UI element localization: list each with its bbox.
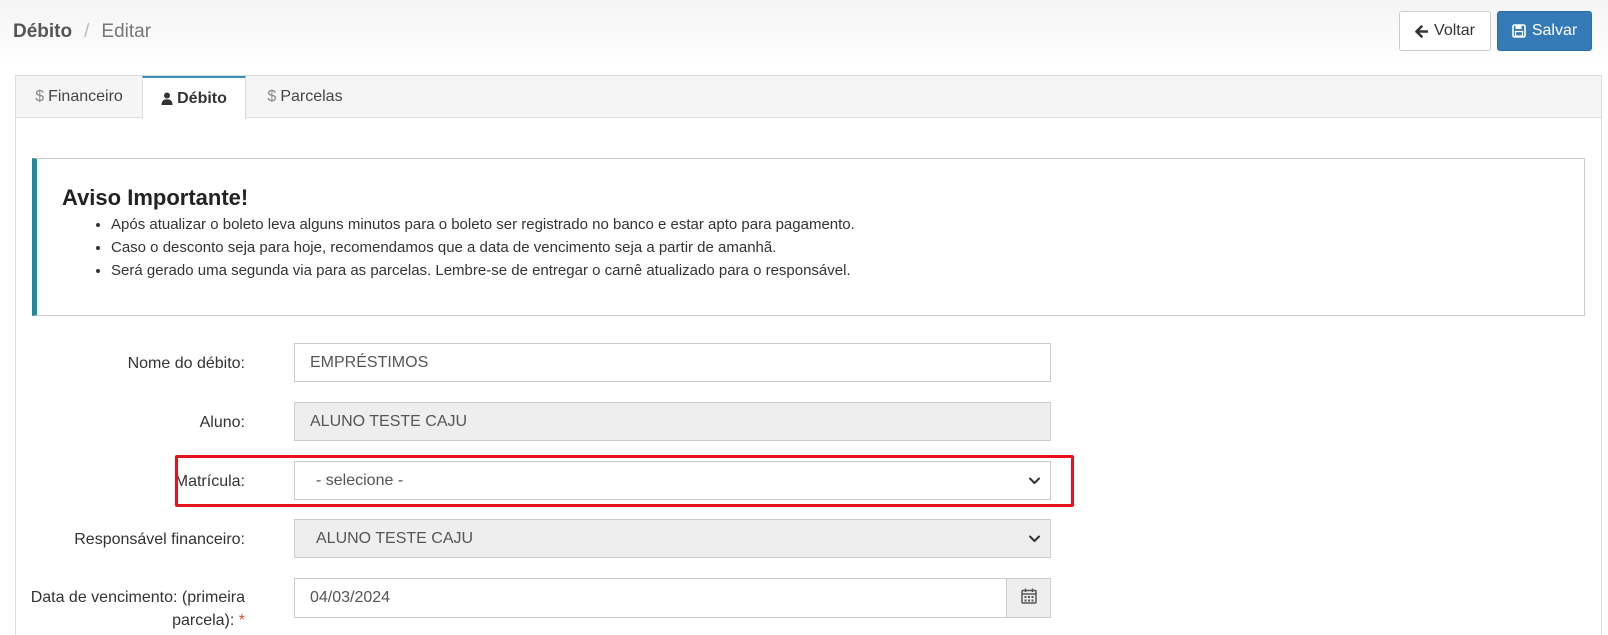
notice-list: Após atualizar o boleto leva alguns minu…: [111, 213, 855, 282]
save-button[interactable]: Salvar: [1497, 11, 1592, 51]
tab-financeiro[interactable]: $ Financeiro: [16, 76, 142, 118]
important-notice: Aviso Importante! Após atualizar o bolet…: [32, 158, 1585, 316]
dollar-icon: $: [35, 88, 45, 105]
breadcrumb-current: Débito: [13, 21, 73, 42]
nome-debito-input[interactable]: EMPRÉSTIMOS: [294, 343, 1051, 382]
tab-debito-label: Débito: [177, 89, 227, 107]
tab-debito[interactable]: Débito: [142, 76, 246, 119]
matricula-label: Matrícula:: [174, 473, 245, 490]
tab-financeiro-label: Financeiro: [48, 88, 123, 105]
back-button-label: Voltar: [1434, 22, 1475, 39]
aluno-input: ALUNO TESTE CAJU: [294, 402, 1051, 441]
vencimento-date-group: 04/03/2024: [294, 578, 1051, 618]
tab-parcelas[interactable]: $ Parcelas: [246, 76, 364, 118]
required-marker: *: [238, 612, 245, 629]
notice-item: Caso o desconto seja para hoje, recomend…: [111, 236, 855, 259]
floppy-disk-icon: [1512, 24, 1526, 38]
tab-bar: $ Financeiro Débito $ Parcelas: [16, 76, 1601, 119]
responsavel-label: Responsável financeiro:: [74, 531, 245, 548]
arrow-left-icon: [1415, 24, 1429, 38]
notice-item: Será gerado uma segunda via para as parc…: [111, 259, 855, 282]
dollar-icon: $: [267, 88, 277, 105]
matricula-selected-value: - selecione -: [316, 471, 404, 489]
breadcrumb-separator: /: [84, 21, 90, 42]
notice-item: Após atualizar o boleto leva alguns minu…: [111, 213, 855, 236]
matricula-select[interactable]: - selecione -: [294, 461, 1051, 500]
chevron-down-icon: [1028, 532, 1041, 545]
tab-parcelas-label: Parcelas: [280, 88, 343, 105]
vencimento-label-text: parcela):: [172, 612, 235, 629]
chevron-down-icon: [1028, 474, 1041, 487]
vencimento-date-input[interactable]: 04/03/2024: [294, 578, 1007, 618]
back-button[interactable]: Voltar: [1399, 11, 1491, 51]
notice-title: Aviso Importante!: [62, 185, 249, 210]
vencimento-label-line2: parcela): *: [31, 609, 245, 632]
breadcrumb-sub: Editar: [101, 21, 152, 42]
aluno-label: Aluno:: [199, 414, 245, 431]
user-icon: [161, 92, 173, 105]
nome-debito-label: Nome do débito:: [127, 355, 245, 372]
calendar-button[interactable]: [1006, 578, 1051, 618]
breadcrumb: Débito / Editar: [13, 21, 151, 43]
calendar-icon: [1020, 588, 1037, 608]
vencimento-label-line1: Data de vencimento: (primeira: [30, 589, 245, 606]
responsavel-select[interactable]: ALUNO TESTE CAJU: [294, 519, 1051, 558]
save-button-label: Salvar: [1531, 22, 1578, 39]
header-bar: Débito / Editar Voltar Salvar: [0, 0, 1608, 66]
responsavel-selected-value: ALUNO TESTE CAJU: [316, 529, 474, 547]
vencimento-label: Data de vencimento: (primeira parcela): …: [31, 586, 245, 632]
